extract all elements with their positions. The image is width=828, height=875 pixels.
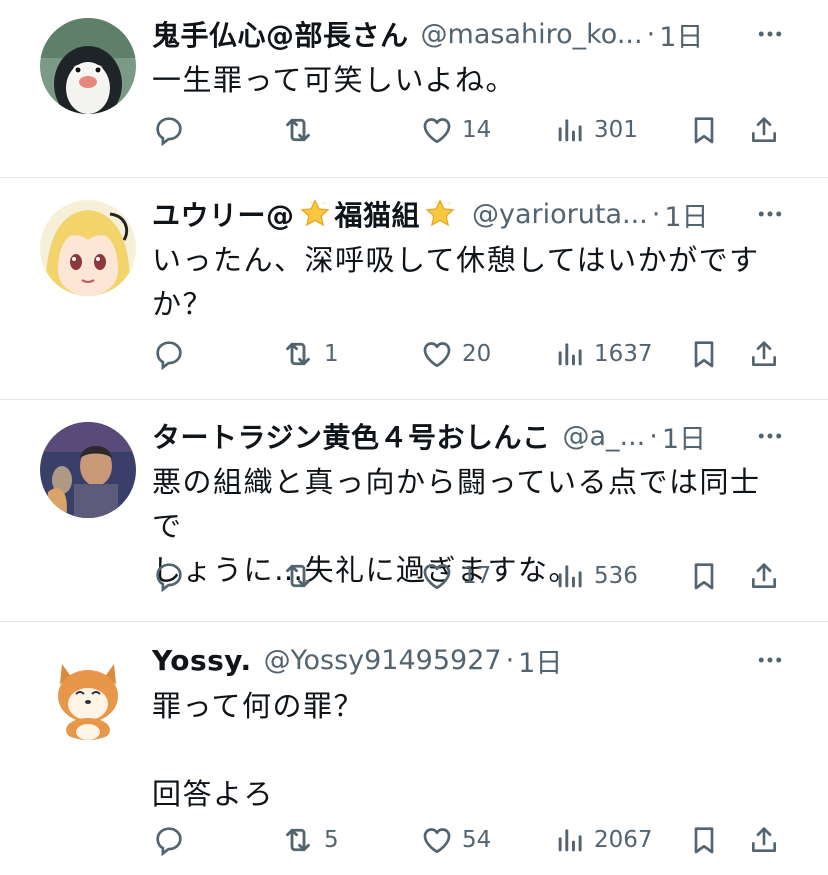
tweet-3[interactable]: タートラジン黄色４号おしんこ @a_... · 1日 悪の組織と真っ向から闘って… (0, 400, 828, 622)
views-button[interactable]: 301 (554, 108, 638, 152)
share-button[interactable] (748, 108, 780, 152)
avatar[interactable] (40, 18, 136, 114)
views-count: 1637 (594, 341, 653, 367)
retweet-icon (280, 112, 316, 148)
bookmark-button[interactable] (688, 554, 720, 598)
retweet-icon (280, 558, 316, 594)
user-handle[interactable]: @Yossy91495927 (264, 645, 502, 676)
more-icon[interactable] (754, 420, 786, 452)
tweet-4[interactable]: Yossy. @Yossy91495927 · 1日 罪って何の罪？ 回答よろ … (0, 622, 828, 875)
timestamp[interactable]: 1日 (659, 15, 703, 54)
display-name-group[interactable]: 福猫組 (335, 194, 421, 234)
views-icon (554, 114, 586, 146)
tweet-text: いったん、深呼吸して休憩してはいかがです か？ (152, 243, 760, 321)
reply-icon (152, 337, 186, 371)
reply-feed: 鬼手仏心@部長さん @masahiro_ko... · 1日 一生罪って可笑しい… (0, 0, 828, 875)
avatar[interactable] (40, 644, 136, 740)
like-count: 14 (462, 117, 492, 143)
more-icon[interactable] (754, 18, 786, 50)
reply-button[interactable] (152, 108, 194, 152)
separator-dot: · (651, 198, 661, 230)
retweet-button[interactable] (280, 554, 324, 598)
reply-button[interactable] (152, 332, 194, 376)
like-button[interactable]: 54 (420, 818, 491, 862)
reply-button[interactable] (152, 554, 194, 598)
user-handle[interactable]: @masahiro_ko... (421, 19, 643, 50)
like-icon (420, 337, 454, 371)
like-count: 54 (462, 827, 492, 853)
more-icon[interactable] (754, 198, 786, 230)
retweet-count: 5 (324, 827, 339, 853)
avatar[interactable] (40, 422, 136, 518)
avatar[interactable] (40, 200, 136, 296)
retweet-button[interactable] (280, 108, 324, 152)
retweet-button[interactable]: 5 (280, 818, 339, 862)
timestamp[interactable]: 1日 (664, 195, 708, 234)
like-icon (420, 113, 454, 147)
like-icon (420, 559, 454, 593)
like-button[interactable]: 17 (420, 554, 491, 598)
display-name[interactable]: タートラジン黄色４号おしんこ (152, 416, 550, 456)
like-count: 20 (462, 341, 492, 367)
tweet-text: 罪って何の罪？ 回答よろ (152, 689, 365, 811)
share-button[interactable] (748, 818, 780, 862)
views-count: 301 (594, 117, 638, 143)
reply-icon (152, 559, 186, 593)
star-emoji-icon (424, 198, 456, 230)
user-handle[interactable]: @yarioruta... (472, 199, 648, 230)
retweet-icon (280, 336, 316, 372)
reply-icon (152, 113, 186, 147)
action-bar: 17 536 (152, 554, 792, 598)
retweet-button[interactable]: 1 (280, 332, 339, 376)
bookmark-button[interactable] (688, 108, 720, 152)
views-count: 536 (594, 563, 638, 589)
views-button[interactable]: 536 (554, 554, 638, 598)
share-button[interactable] (748, 332, 780, 376)
views-icon (554, 824, 586, 856)
views-button[interactable]: 1637 (554, 332, 653, 376)
share-icon (748, 824, 780, 856)
share-icon (748, 114, 780, 146)
tweet-2[interactable]: ユウリー@ 福猫組 @yarioruta... · 1日 いったん、深呼吸して休… (0, 178, 828, 400)
reply-icon (152, 823, 186, 857)
bookmark-icon (688, 338, 720, 370)
separator-dot: · (646, 18, 656, 50)
retweet-count: 1 (324, 341, 339, 367)
reply-button[interactable] (152, 818, 194, 862)
bookmark-button[interactable] (688, 818, 720, 862)
separator-dot: · (649, 420, 658, 452)
display-name[interactable]: 鬼手仏心@部長さん (152, 14, 409, 54)
like-button[interactable]: 20 (420, 332, 491, 376)
timestamp[interactable]: 1日 (662, 417, 706, 456)
bookmark-button[interactable] (688, 332, 720, 376)
star-emoji-icon (299, 198, 331, 230)
more-icon[interactable] (754, 644, 786, 676)
timestamp[interactable]: 1日 (518, 641, 562, 680)
tweet-text: 一生罪って可笑しいよね。 (152, 63, 516, 97)
bookmark-icon (688, 824, 720, 856)
views-button[interactable]: 2067 (554, 818, 653, 862)
action-bar: 14 301 (152, 108, 792, 152)
user-handle[interactable]: @a_... (562, 421, 645, 452)
views-icon (554, 560, 586, 592)
like-count: 17 (462, 563, 492, 589)
like-icon (420, 823, 454, 857)
display-name-prefix[interactable]: ユウリー@ (152, 194, 295, 234)
views-count: 2067 (594, 827, 653, 853)
retweet-icon (280, 822, 316, 858)
separator-dot: · (505, 644, 515, 676)
display-name[interactable]: Yossy. (152, 644, 252, 677)
action-bar: 5 54 2067 (152, 818, 792, 862)
action-bar: 1 20 1637 (152, 332, 792, 376)
share-button[interactable] (748, 554, 780, 598)
share-icon (748, 560, 780, 592)
like-button[interactable]: 14 (420, 108, 491, 152)
share-icon (748, 338, 780, 370)
bookmark-icon (688, 560, 720, 592)
tweet-1[interactable]: 鬼手仏心@部長さん @masahiro_ko... · 1日 一生罪って可笑しい… (0, 0, 828, 178)
views-icon (554, 338, 586, 370)
bookmark-icon (688, 114, 720, 146)
